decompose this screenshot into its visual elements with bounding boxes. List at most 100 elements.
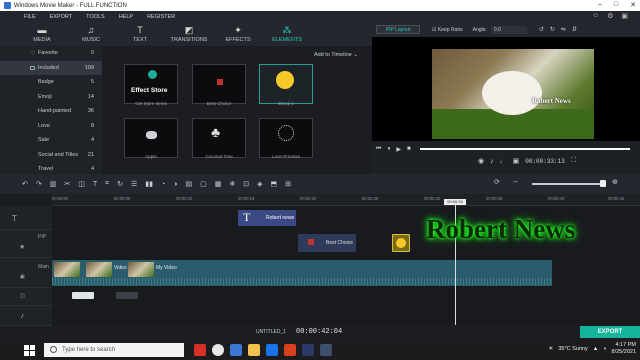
taskbar-search-input[interactable]: Type here to search (44, 343, 184, 357)
video-preview[interactable]: Robert News (372, 37, 640, 141)
rotate-left-icon[interactable]: ↺ (539, 26, 544, 33)
flip-horizontal-icon[interactable]: ⇋ (561, 26, 566, 33)
menu-help[interactable]: HELP (119, 14, 133, 20)
redo-icon[interactable]: ↷ (36, 180, 42, 188)
pause-icon[interactable]: ⏸ (387, 146, 390, 153)
zoom-out-icon[interactable]: ↔ (512, 178, 519, 185)
minimize-icon[interactable]: – (598, 1, 602, 9)
zoom-in-icon[interactable]: ⊕ (612, 178, 618, 186)
speed-icon[interactable]: ◔ (161, 181, 165, 188)
menu-export[interactable]: EXPORT (50, 14, 73, 20)
snapshot-icon[interactable]: ◉ (478, 157, 484, 165)
rotate-right-icon[interactable]: ↻ (550, 26, 555, 33)
chrome-icon[interactable] (194, 344, 206, 356)
tab-effects[interactable]: ✦ EFFECTS (214, 22, 262, 46)
mail-icon[interactable] (266, 344, 278, 356)
split-icon[interactable]: ◫ (78, 180, 85, 188)
timeline-ruler[interactable]: 00:00:00 00:00:05 00:00:10 00:00:15 00:0… (52, 194, 640, 206)
weather-text[interactable]: 35°C Sunny (558, 346, 587, 352)
cortana-icon[interactable] (212, 344, 224, 356)
pip-clip-emoji[interactable] (392, 234, 410, 252)
tab-media[interactable]: ▬ MEDIA (18, 22, 66, 46)
cart-icon[interactable]: ▣ (621, 12, 628, 20)
undo-icon[interactable]: ↶ (22, 180, 28, 188)
office-icon[interactable] (284, 344, 296, 356)
windows-start-icon[interactable] (20, 341, 38, 359)
folder-icon[interactable] (248, 344, 260, 356)
green-screen-icon[interactable]: ▤ (185, 180, 192, 188)
music-track-icon[interactable]: ♪ (20, 311, 24, 320)
keep-ratio-checkbox[interactable]: ☑ Keep Ratio (432, 27, 463, 33)
audio-clip[interactable] (116, 292, 138, 299)
store-icon[interactable] (302, 344, 314, 356)
rotate-icon[interactable]: ↻ (117, 180, 123, 188)
angle-input[interactable]: 0.0 (490, 25, 527, 34)
settings-icon[interactable]: ⚙ (607, 12, 613, 20)
element-thumb-best-choice[interactable] (192, 64, 246, 104)
movie-maker-icon[interactable] (320, 344, 332, 356)
element-thumb-effect-store[interactable]: Effect Store (124, 64, 178, 104)
sidebar-item-included[interactable]: Included 109 (0, 60, 102, 75)
stabilize-icon[interactable]: ▢ (200, 180, 207, 188)
zoom-fit-icon[interactable]: ⊡ (243, 180, 249, 188)
sidebar-item-hand-painted[interactable]: Hand-painted 36 (0, 104, 102, 119)
pip-layout-button[interactable]: PIP Layout (376, 25, 420, 34)
freeze-icon[interactable]: ❄ (229, 180, 235, 188)
main-video-clip[interactable]: Video My Video (52, 260, 552, 286)
sidebar-item-emoji[interactable]: Emoji 14 (0, 90, 102, 105)
network-icon[interactable]: ▲ (593, 346, 598, 352)
prev-frame-icon[interactable]: ⏮ (376, 146, 381, 153)
tab-transitions[interactable]: ◩ TRANSITIONS (165, 22, 213, 46)
camera-icon[interactable]: ▣ (513, 157, 520, 165)
color-icon[interactable]: ◑ (173, 181, 177, 188)
zoom-slider-handle[interactable] (600, 180, 606, 187)
audio-icon[interactable]: ▮▮ (145, 180, 153, 188)
volume-icon[interactable]: ♪ (490, 158, 494, 165)
tab-elements[interactable]: ⁂ ELEMENTS (263, 22, 311, 46)
speaker-icon[interactable]: ◖ (603, 346, 606, 352)
mic-icon[interactable]: ♩ (500, 158, 507, 165)
close-icon[interactable]: ✕ (630, 1, 636, 9)
lock-icon[interactable]: ▣ (20, 274, 25, 280)
sidebar-item-badge[interactable]: Badge 5 (0, 75, 102, 90)
sidebar-item-social-titles[interactable]: Social and Titles 21 (0, 148, 102, 163)
refresh-icon[interactable]: ⟳ (494, 178, 500, 186)
play-icon[interactable]: ▶ (396, 146, 401, 153)
clock[interactable]: 4:17 PM 8/25/2021 (612, 342, 636, 356)
audio-clip[interactable] (72, 292, 94, 299)
timeline-zoom-slider[interactable] (532, 183, 602, 185)
file-explorer-icon[interactable] (230, 344, 242, 356)
stop-icon[interactable]: ■ (407, 146, 411, 152)
element-thumb-love-promise[interactable] (259, 118, 313, 158)
tab-text[interactable]: T TEXT (116, 22, 164, 46)
add-to-timeline-dropdown[interactable]: Add to Timeline ⌄ (314, 52, 358, 58)
speaker-icon[interactable]: ◫ (20, 293, 25, 299)
adjust-icon[interactable]: ☰ (131, 180, 137, 188)
pip-clip-best-choice[interactable]: Best Choice (298, 234, 356, 252)
delete-icon[interactable]: ▥ (50, 180, 57, 188)
menu-tools[interactable]: TOOLS (86, 14, 105, 20)
element-thumb-apple[interactable] (124, 118, 178, 158)
render-icon[interactable]: ⊞ (285, 180, 291, 188)
account-icon[interactable]: ☺ (592, 12, 599, 20)
fullscreen-icon[interactable]: ⛶ (571, 157, 576, 165)
eye-icon[interactable]: ◉ (20, 244, 24, 250)
mosaic-icon[interactable]: ▦ (215, 180, 222, 188)
title-clip[interactable]: T Robert news (238, 210, 296, 226)
text-tool-icon[interactable]: T (93, 181, 97, 188)
sidebar-item-sale[interactable]: Sale 4 (0, 133, 102, 148)
sidebar-item-favorite[interactable]: ♡ Favorite 0 (0, 46, 102, 61)
flip-vertical-icon[interactable]: ⇵ (572, 26, 577, 33)
menu-file[interactable]: FILE (24, 14, 36, 20)
maximize-icon[interactable]: □ (614, 1, 618, 9)
tab-music[interactable]: ♫ MUSIC (67, 22, 115, 46)
sidebar-item-love[interactable]: Love 8 (0, 119, 102, 134)
export-button[interactable]: EXPORT (580, 326, 640, 338)
preview-seekbar[interactable] (420, 148, 630, 150)
element-thumb-emoji-1[interactable] (259, 64, 313, 104)
tilt-icon[interactable]: ◈ (257, 180, 262, 188)
mark-icon[interactable]: ⬒ (270, 180, 277, 188)
menu-register[interactable]: REGISTER (147, 14, 175, 20)
cut-icon[interactable]: ✂ (64, 180, 70, 188)
crop-icon[interactable]: ⌗ (105, 180, 109, 188)
